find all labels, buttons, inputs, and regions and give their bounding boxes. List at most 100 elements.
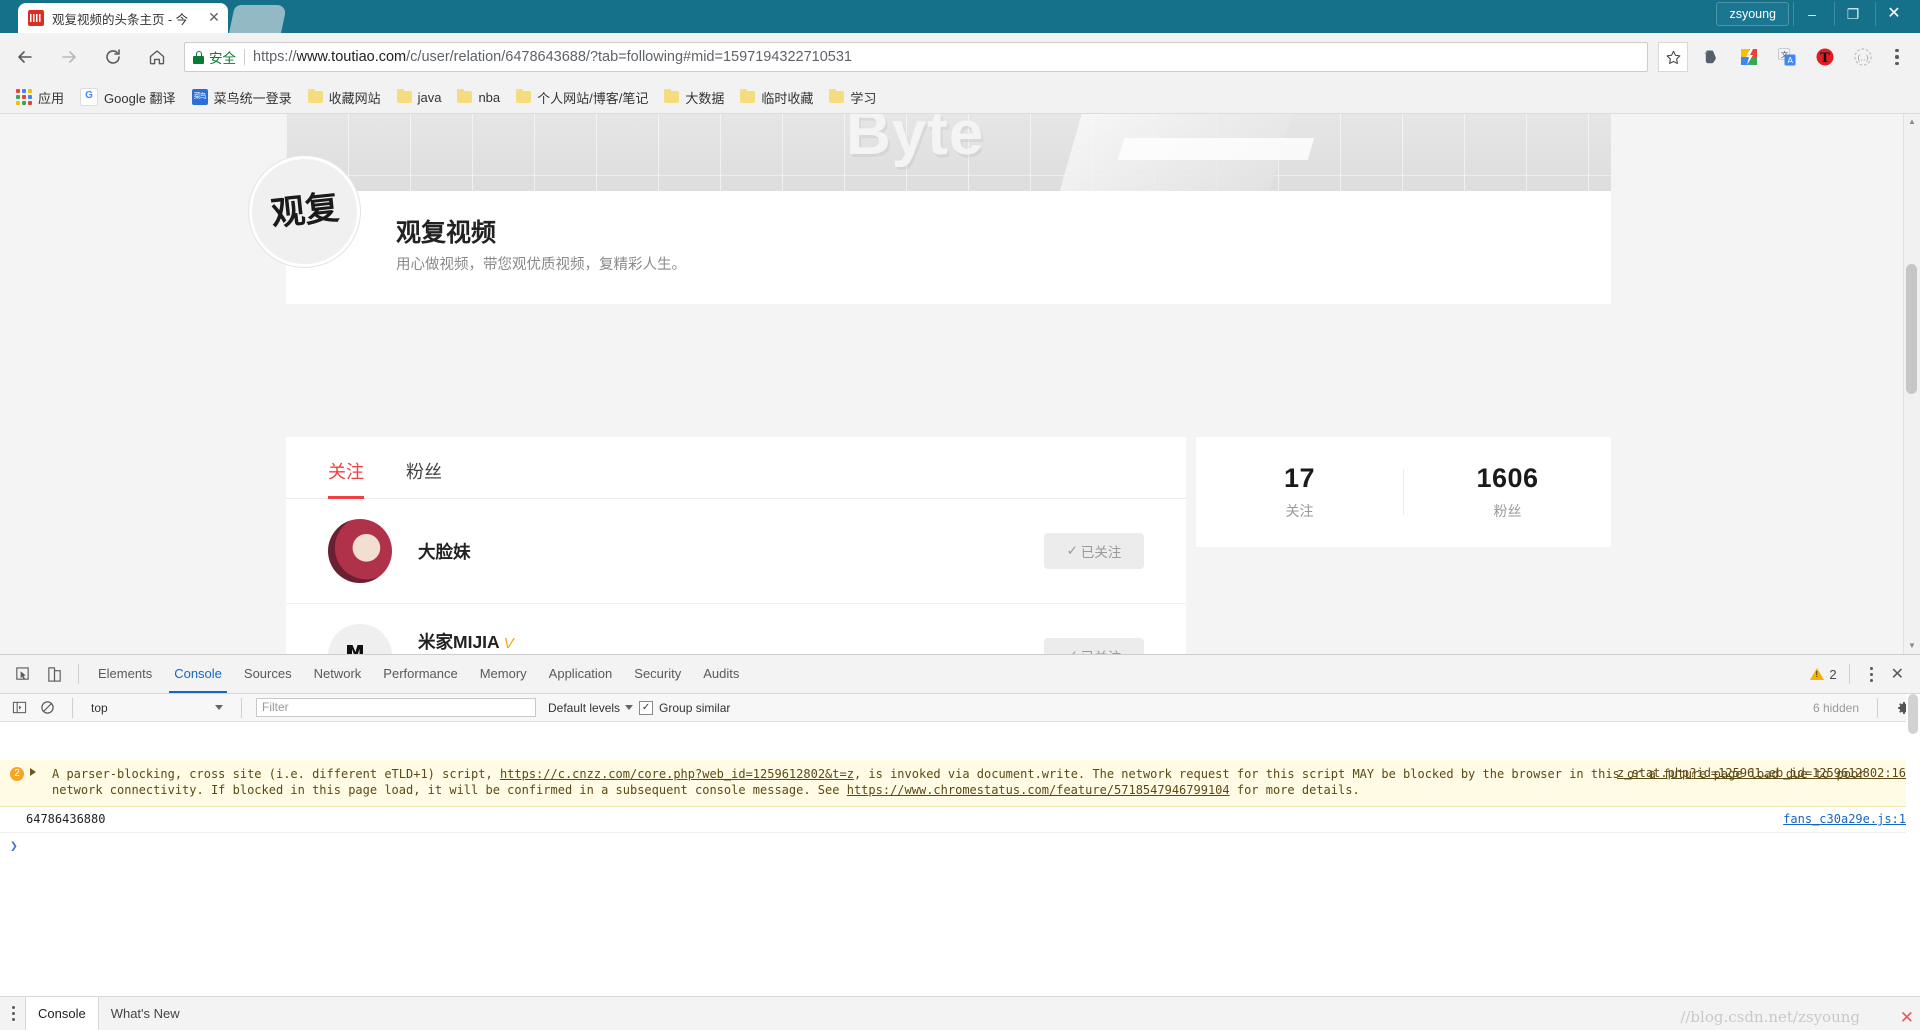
menu-dot [1895,55,1899,59]
warning-link-2[interactable]: https://www.chromestatus.com/feature/571… [847,783,1230,797]
devtools-tab-application[interactable]: Application [538,655,624,693]
title-bar: 观复视频的头条主页 - 今 ✕ zsyoung – ❐ ✕ [0,0,1920,33]
bookmark-google-translate[interactable]: G Google 翻译 [72,85,184,109]
warning-source-link[interactable]: z_stat.php?id=125961…eb_id=1259612802:16 [1617,766,1906,780]
bookmark-apps[interactable]: 应用 [8,85,72,109]
page-scrollbar-thumb[interactable] [1906,264,1917,394]
drawer-close-icon[interactable]: ✕ [1900,1008,1914,1028]
bookmark-label: 收藏网站 [328,90,381,106]
bookmark-label: 菜鸟统一登录 [213,90,292,106]
cainiao-icon: 菜鸟 [191,89,208,105]
drawer-tab-console[interactable]: Console [25,997,99,1030]
stat-following[interactable]: 17 关注 [1196,463,1403,521]
warning-count-badge[interactable]: 2 [1810,667,1837,682]
devtools-scrollbar-thumb[interactable] [1908,694,1918,734]
devtools-more-icon[interactable] [1862,666,1881,682]
svg-text:T: T [1820,51,1830,66]
console-prompt[interactable]: ❯ [0,833,1920,860]
hidden-messages-count: 6 hidden [1812,700,1859,715]
evernote-icon[interactable] [1694,40,1728,74]
bookmark-folder-bigdata[interactable]: 大数据 [656,85,732,109]
clear-console-icon[interactable] [36,697,58,719]
tab-followers[interactable]: 粉丝 [406,458,442,498]
mijia-logo-icon [347,645,363,654]
bookmarks-bar: 应用 G Google 翻译 菜鸟 菜鸟统一登录 收藏网站 java nba 个… [0,81,1920,114]
folder-icon [829,88,845,103]
reload-icon[interactable] [94,38,132,76]
bookmark-folder-java[interactable]: java [389,85,450,109]
minimize-button[interactable]: – [1793,2,1830,26]
console-log-source-link[interactable]: fans_c30a29e.js:1 [1783,812,1906,826]
devtools-tab-audits[interactable]: Audits [692,655,750,693]
tab-following[interactable]: 关注 [328,458,364,499]
devtools-tab-console[interactable]: Console [163,655,233,693]
profile-name: 观复视频 [396,219,497,247]
bookmark-folder-study[interactable]: 学习 [821,85,884,109]
devtools-close-icon[interactable]: ✕ [1885,664,1910,684]
drawer-tab-whats-new[interactable]: What's New [99,997,192,1030]
user-avatar[interactable] [328,624,392,654]
expand-triangle-icon[interactable] [30,768,36,776]
stat-value: 17 [1283,463,1316,493]
back-icon[interactable] [6,38,44,76]
follow-button[interactable]: ✓已关注 [1044,533,1144,569]
user-name[interactable]: 大脸妹 [418,539,1044,564]
console-warning-message[interactable]: 2 z_stat.php?id=125961…eb_id=1259612802:… [0,760,1920,807]
stat-followers[interactable]: 1606 粉丝 [1404,463,1611,521]
stat-label: 关注 [1285,503,1314,519]
devtools-drawer: Console What's New //blog.csdn.net/zsyou… [0,996,1920,1030]
devtools-tabbar-right: 2 ✕ [1810,664,1920,684]
translate-extension-icon[interactable]: 文 A [1770,40,1804,74]
profile-avatar[interactable]: 观复 [249,156,360,267]
bookmark-star-icon[interactable] [1658,42,1688,72]
t-extension-icon[interactable]: T [1808,40,1842,74]
devtools-scrollbar[interactable] [1906,694,1920,996]
console-filter-input[interactable]: Filter [256,698,536,717]
user-avatar[interactable] [328,519,392,583]
devtools-tab-sources[interactable]: Sources [233,655,303,693]
bookmark-folder-nba[interactable]: nba [449,85,508,109]
profile-button[interactable]: zsyoung [1716,2,1789,26]
address-bar[interactable]: 安全 https://www.toutiao.com/c/user/relati… [184,42,1648,72]
lock-icon [193,50,204,64]
devtools-tab-network[interactable]: Network [303,655,373,693]
devtools-tab-security[interactable]: Security [623,655,692,693]
tab-close-icon[interactable]: ✕ [206,10,222,26]
group-similar-checkbox[interactable]: ✓ [639,700,654,715]
follow-button[interactable]: ✓已关注 [1044,638,1144,654]
inspect-element-icon[interactable] [8,660,36,688]
bookmark-folder-personal[interactable]: 个人网站/博客/笔记 [508,85,656,109]
console-context-selector[interactable]: top [87,698,227,717]
warning-triangle-icon [1810,668,1825,680]
user-name[interactable]: 米家MIJIA V [418,629,1044,654]
snapshot-extension-icon[interactable] [1732,40,1766,74]
group-similar-label: Group similar [659,700,731,715]
folder-icon [516,88,532,103]
drawer-more-icon[interactable] [6,1006,25,1021]
devtools-tab-performance[interactable]: Performance [372,655,468,693]
dashed-circle-extension-icon[interactable]: (..) [1846,40,1880,74]
warning-link-1[interactable]: https://c.cnzz.com/core.php?web_id=12596… [500,767,854,781]
new-tab-button[interactable] [229,5,287,33]
bookmark-folder-shoucang[interactable]: 收藏网站 [300,85,389,109]
bookmark-folder-temp[interactable]: 临时收藏 [732,85,821,109]
devtools-tab-memory[interactable]: Memory [469,655,538,693]
maximize-button[interactable]: ❐ [1834,2,1871,26]
browser-tab[interactable]: 观复视频的头条主页 - 今 ✕ [18,3,228,33]
page-scrollbar[interactable]: ▲ ▼ [1903,114,1920,654]
console-sidebar-toggle-icon[interactable] [8,697,30,719]
chrome-menu-icon[interactable] [1882,40,1912,74]
close-window-button[interactable]: ✕ [1875,2,1912,26]
home-icon[interactable] [138,38,176,76]
bookmark-label: 个人网站/博客/笔记 [537,90,649,106]
devtools-tab-elements[interactable]: Elements [87,655,163,693]
security-indicator[interactable]: 安全 [193,47,236,67]
bookmark-cainiao[interactable]: 菜鸟 菜鸟统一登录 [184,85,300,109]
console-log-row[interactable]: 64786436880 fans_c30a29e.js:1 [0,807,1920,833]
forward-icon[interactable] [50,38,88,76]
scroll-up-arrow-icon[interactable]: ▲ [1904,114,1920,130]
scroll-down-arrow-icon[interactable]: ▼ [1904,638,1920,654]
log-level-selector[interactable]: Default levels [548,701,634,715]
device-toolbar-icon[interactable] [40,660,68,688]
user-name-text: 米家MIJIA [418,632,500,652]
